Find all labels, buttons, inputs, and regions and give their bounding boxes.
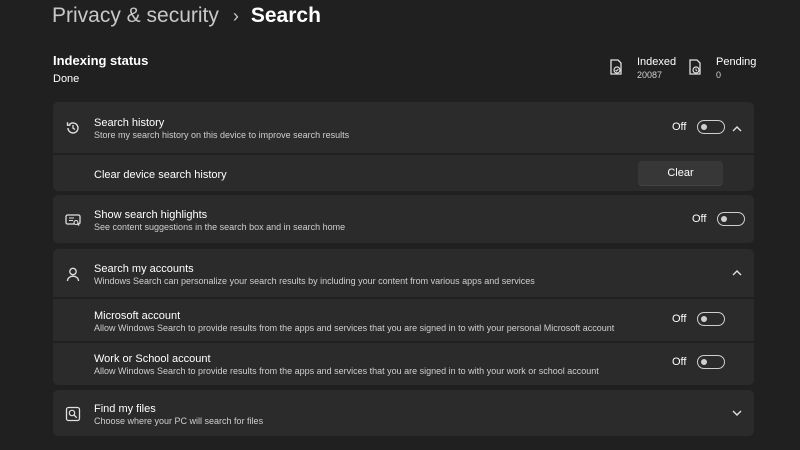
search-highlights-card: Show search highlights See content sugge… — [53, 195, 754, 243]
pending-file-icon — [689, 59, 701, 75]
search-highlights-row[interactable]: Show search highlights See content sugge… — [53, 195, 754, 243]
microsoft-account-row: Microsoft account Allow Windows Search t… — [53, 297, 754, 341]
search-history-card: Search history Store my search history o… — [53, 102, 754, 191]
microsoft-account-toggle-label: Off — [672, 313, 687, 325]
clear-button[interactable]: Clear — [638, 161, 723, 186]
indexed-count: 20087 — [637, 70, 663, 80]
pending-stat: Pending 0 — [688, 56, 756, 80]
work-account-toggle-label: Off — [672, 356, 687, 368]
microsoft-account-description: Allow Windows Search to provide results … — [94, 323, 615, 333]
search-highlights-title: Show search highlights — [94, 209, 208, 221]
search-highlights-toggle-label: Off — [692, 213, 707, 225]
indexed-stat: Indexed 20087 — [609, 56, 676, 80]
person-icon — [65, 266, 81, 282]
search-history-title: Search history — [94, 117, 165, 129]
find-files-description: Choose where your PC will search for fil… — [94, 416, 264, 426]
search-accounts-card: Search my accounts Windows Search can pe… — [53, 249, 754, 385]
work-account-title: Work or School account — [94, 353, 211, 365]
highlights-icon — [65, 212, 81, 228]
indexed-file-icon — [610, 59, 622, 75]
history-icon — [65, 120, 81, 136]
search-accounts-title: Search my accounts — [94, 263, 194, 275]
search-history-row[interactable]: Search history Store my search history o… — [53, 102, 754, 153]
indexed-label: Indexed — [637, 56, 677, 68]
search-history-toggle[interactable] — [697, 120, 726, 134]
pending-count: 0 — [716, 70, 722, 80]
search-highlights-description: See content suggestions in the search bo… — [94, 222, 346, 232]
clear-history-title: Clear device search history — [94, 169, 227, 181]
chevron-up-icon[interactable] — [731, 123, 743, 135]
toggle-knob — [721, 216, 728, 222]
search-highlights-toggle-group: Off — [692, 212, 746, 226]
find-files-icon — [65, 406, 81, 422]
search-history-toggle-label: Off — [672, 121, 687, 133]
work-account-toggle-group: Off — [672, 355, 726, 369]
search-history-description: Store my search history on this device t… — [94, 130, 350, 140]
find-files-row[interactable]: Find my files Choose where your PC will … — [53, 390, 754, 436]
search-history-toggle-group: Off — [672, 120, 726, 134]
find-files-title: Find my files — [94, 403, 156, 415]
toggle-knob — [701, 124, 708, 130]
toggle-knob — [701, 359, 708, 365]
find-files-card: Find my files Choose where your PC will … — [53, 390, 754, 436]
microsoft-account-toggle-group: Off — [672, 312, 726, 326]
search-highlights-toggle[interactable] — [717, 212, 746, 226]
page-title: Search — [250, 4, 321, 27]
search-accounts-row[interactable]: Search my accounts Windows Search can pe… — [53, 249, 754, 297]
indexing-status-value: Done — [53, 73, 80, 85]
chevron-up-icon[interactable] — [731, 267, 743, 279]
work-account-toggle[interactable] — [697, 355, 726, 369]
breadcrumb-parent-link[interactable]: Privacy & security — [52, 4, 219, 28]
indexing-status-title: Indexing status — [53, 53, 149, 68]
chevron-down-icon[interactable] — [731, 407, 743, 419]
work-account-description: Allow Windows Search to provide results … — [94, 366, 599, 376]
microsoft-account-toggle[interactable] — [697, 312, 726, 326]
work-account-row: Work or School account Allow Windows Sea… — [53, 341, 754, 385]
clear-history-row: Clear device search history Clear — [53, 153, 754, 191]
toggle-knob — [701, 316, 708, 322]
breadcrumb-separator-icon: › — [232, 5, 239, 26]
pending-label: Pending — [716, 56, 757, 68]
microsoft-account-title: Microsoft account — [94, 310, 181, 322]
breadcrumb: Privacy & security › Search — [52, 3, 321, 29]
search-accounts-description: Windows Search can personalize your sear… — [94, 276, 535, 286]
